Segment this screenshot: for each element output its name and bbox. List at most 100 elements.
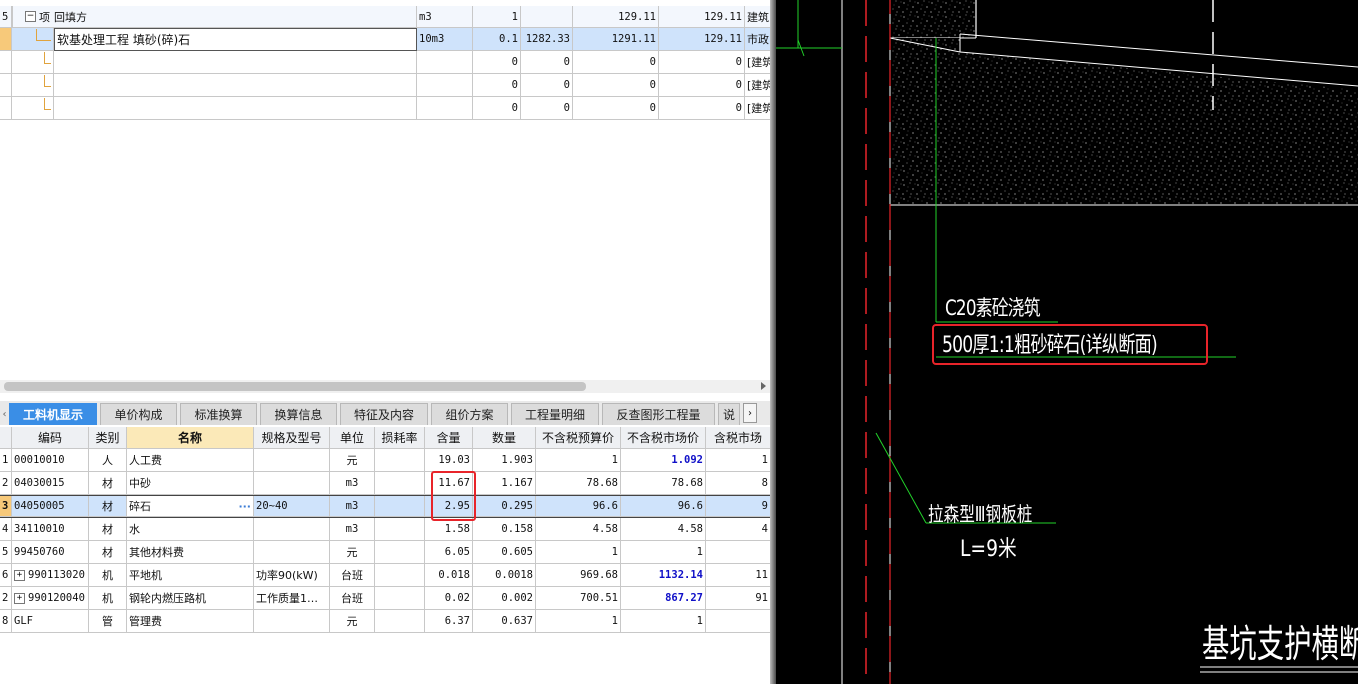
item-tax-total: 0 <box>659 74 745 97</box>
expand-icon[interactable]: + <box>14 592 25 604</box>
resource-market-price[interactable]: 867.27 <box>621 587 706 610</box>
tab-quantity-detail[interactable]: 工程量明细 <box>511 403 599 425</box>
resource-market-price[interactable]: 1 <box>621 541 706 564</box>
col-budget-price[interactable]: 不含税预算价 <box>536 427 621 449</box>
item-tax-total: 129.11 <box>659 28 745 51</box>
resource-tax-market-price <box>706 541 770 564</box>
resource-content[interactable]: 0.018 <box>425 564 473 587</box>
col-tax-market-price[interactable]: 含税市场 <box>706 427 770 449</box>
col-amount[interactable]: 数量 <box>473 427 536 449</box>
row-index: 3 <box>0 496 12 517</box>
cad-label-c20[interactable]: C20素砼浇筑 <box>945 292 1041 322</box>
resource-spec <box>254 541 330 564</box>
item-name: 回填方 <box>54 10 87 24</box>
table-row[interactable]: 5 99450760 材 其他材料费 元 6.05 0.605 1 1 <box>0 541 770 564</box>
resource-market-price[interactable]: 1 <box>621 610 706 633</box>
tree-guide <box>12 74 54 97</box>
tree-guide <box>12 97 54 120</box>
resource-market-price[interactable]: 1132.14 <box>621 564 706 587</box>
resource-name: 碎石 <box>129 500 151 513</box>
resource-content[interactable]: 19.03 <box>425 449 473 472</box>
resource-budget-price: 969.68 <box>536 564 621 587</box>
resource-code: 00010010 <box>12 449 89 472</box>
resource-category: 材 <box>89 496 127 517</box>
item-tax-total: 0 <box>659 97 745 120</box>
table-row[interactable]: 5 − 项 回填方 m3 1 129.11 129.11 建筑 <box>0 6 770 28</box>
resource-category: 人 <box>89 449 127 472</box>
resource-code: 99450760 <box>12 541 89 564</box>
col-code[interactable]: 编码 <box>12 427 89 449</box>
resource-market-price[interactable]: 78.68 <box>621 472 706 495</box>
item-name[interactable] <box>54 74 417 97</box>
tab-standard-conversion[interactable]: 标准换算 <box>180 403 257 425</box>
cad-drawing-view[interactable]: C20素砼浇筑 500厚1:1粗砂碎石(详纵断面) 拉森型Ⅲ钢板桩 L=9米 基… <box>776 0 1358 684</box>
scrollbar-thumb[interactable] <box>4 382 586 391</box>
table-row[interactable]: 8 GLF 管 管理费 元 6.37 0.637 1 1 <box>0 610 770 633</box>
col-name[interactable]: 名称 <box>127 427 254 449</box>
col-category[interactable]: 类别 <box>89 427 127 449</box>
resource-budget-price: 1 <box>536 610 621 633</box>
col-spec[interactable]: 规格及型号 <box>254 427 330 449</box>
expand-icon[interactable]: + <box>14 569 25 581</box>
cad-drawing-title[interactable]: 基坑支护横断面 <box>1202 613 1358 668</box>
item-price: 0 <box>521 74 573 97</box>
tab-features-content[interactable]: 特征及内容 <box>340 403 428 425</box>
item-name-editor[interactable]: 软基处理工程 填砂(碎)石 <box>54 28 417 51</box>
horizontal-scrollbar[interactable] <box>0 380 770 393</box>
tab-unit-price-composition[interactable]: 单价构成 <box>100 403 177 425</box>
collapse-icon[interactable]: − <box>25 11 36 22</box>
item-name[interactable] <box>54 97 417 120</box>
table-row[interactable]: 0 0 0 0 [建筑 <box>0 51 770 74</box>
item-name[interactable] <box>54 51 417 74</box>
table-row[interactable]: 4 34110010 材 水 m3 1.58 0.158 4.58 4.58 4 <box>0 518 770 541</box>
resource-budget-price: 96.6 <box>536 496 621 517</box>
resource-content[interactable]: 6.37 <box>425 610 473 633</box>
table-row[interactable]: 0 0 0 0 [建筑 <box>0 74 770 97</box>
scroll-right-icon[interactable] <box>761 382 766 390</box>
item-price: 0 <box>521 97 573 120</box>
resource-content[interactable]: 6.05 <box>425 541 473 564</box>
resource-loss <box>375 610 425 633</box>
table-row-selected[interactable]: 3 04050005 材 碎石 ··· 20~40 m3 2.95 0.295 … <box>0 495 770 518</box>
resource-content[interactable]: 0.02 <box>425 587 473 610</box>
table-row[interactable]: 2 04030015 材 中砂 m3 11.67 1.167 78.68 78.… <box>0 472 770 495</box>
cad-label-sheet-pile[interactable]: 拉森型Ⅲ钢板桩 <box>928 498 1032 527</box>
tab-scroll-right-icon[interactable]: › <box>743 403 757 423</box>
table-row[interactable]: 0 0 0 0 [建筑 <box>0 97 770 120</box>
resource-market-price[interactable]: 1.092 <box>621 449 706 472</box>
tab-pricing-scheme[interactable]: 组价方案 <box>431 403 508 425</box>
tab-more[interactable]: 说 <box>718 403 740 425</box>
resource-market-price[interactable]: 96.6 <box>621 496 706 517</box>
table-row[interactable]: 6 + 990113020 机 平地机 功率90(kW) 台班 0.018 0.… <box>0 564 770 587</box>
item-tax-total: 129.11 <box>659 6 745 28</box>
resource-budget-price: 1 <box>536 541 621 564</box>
resource-content[interactable]: 1.58 <box>425 518 473 541</box>
item-unit: m3 <box>417 6 473 28</box>
resource-tax-market-price: 8 <box>706 472 770 495</box>
table-row-selected[interactable]: 软基处理工程 填砂(碎)石 10m3 0.1 1282.33 1291.11 1… <box>0 28 770 51</box>
tree-guide <box>12 28 54 51</box>
col-unit[interactable]: 单位 <box>330 427 375 449</box>
resource-unit: m3 <box>330 496 375 517</box>
table-row[interactable]: 1 00010010 人 人工费 元 19.03 1.903 1 1.092 1 <box>0 449 770 472</box>
tab-resource-display[interactable]: 工料机显示 <box>9 403 97 425</box>
resource-code: 990113020 <box>28 569 85 581</box>
resource-amount: 0.158 <box>473 518 536 541</box>
resource-code: 34110010 <box>12 518 89 541</box>
resource-budget-price: 4.58 <box>536 518 621 541</box>
tab-conversion-info[interactable]: 换算信息 <box>260 403 337 425</box>
resource-name-editor[interactable]: 碎石 ··· <box>127 496 254 517</box>
col-market-price[interactable]: 不含税市场价 <box>621 427 706 449</box>
col-loss-rate[interactable]: 损耗率 <box>375 427 425 449</box>
resource-unit: m3 <box>330 518 375 541</box>
resource-market-price[interactable]: 4.58 <box>621 518 706 541</box>
resource-spec: 工作质量1… <box>254 587 330 610</box>
tab-reverse-check-quantity[interactable]: 反查图形工程量 <box>602 403 715 425</box>
col-content[interactable]: 含量 <box>425 427 473 449</box>
more-options-icon[interactable]: ··· <box>238 500 251 513</box>
table-row[interactable]: 2 + 990120040 机 钢轮内燃压路机 工作质量1… 台班 0.02 0… <box>0 587 770 610</box>
tab-scroll-left-icon[interactable]: ‹ <box>0 403 9 425</box>
cad-label-sand-gravel[interactable]: 500厚1:1粗砂碎石(详纵断面) <box>942 327 1158 359</box>
cad-label-length[interactable]: L=9米 <box>960 531 1017 563</box>
resource-unit: 元 <box>330 449 375 472</box>
